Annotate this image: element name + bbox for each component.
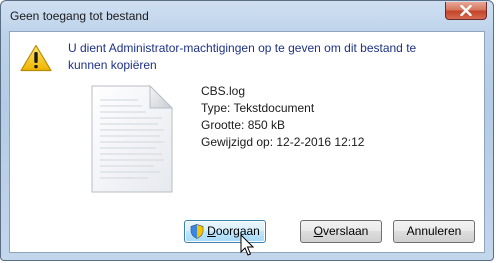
- dialog-window: Geen toegang tot bestand U dient Adminis…: [0, 0, 494, 261]
- uac-shield-icon: [190, 224, 204, 239]
- dialog-content: U dient Administrator-machtigingen op te…: [9, 31, 485, 253]
- file-name: CBS.log: [201, 84, 246, 98]
- skip-label: Overslaan: [313, 224, 369, 238]
- close-button[interactable]: [445, 2, 487, 20]
- warning-icon: [20, 44, 52, 72]
- cancel-button[interactable]: Annuleren: [393, 220, 475, 243]
- text-file-icon: [91, 84, 174, 193]
- dialog-title: Geen toegang tot bestand: [10, 9, 149, 23]
- file-size: Grootte: 850 kB: [201, 118, 286, 132]
- close-icon: [460, 5, 472, 16]
- skip-button[interactable]: Overslaan: [300, 220, 382, 243]
- file-modified: Gewijzigd op: 12-2-2016 12:12: [201, 135, 365, 149]
- file-type: Type: Tekstdocument: [201, 101, 315, 115]
- title-bar[interactable]: Geen toegang tot bestand: [1, 1, 493, 31]
- mouse-cursor-icon: [240, 234, 254, 256]
- dialog-message: U dient Administrator-machtigingen op te…: [68, 41, 417, 72]
- file-details: CBS.log Type: Tekstdocument Grootte: 850…: [201, 83, 364, 151]
